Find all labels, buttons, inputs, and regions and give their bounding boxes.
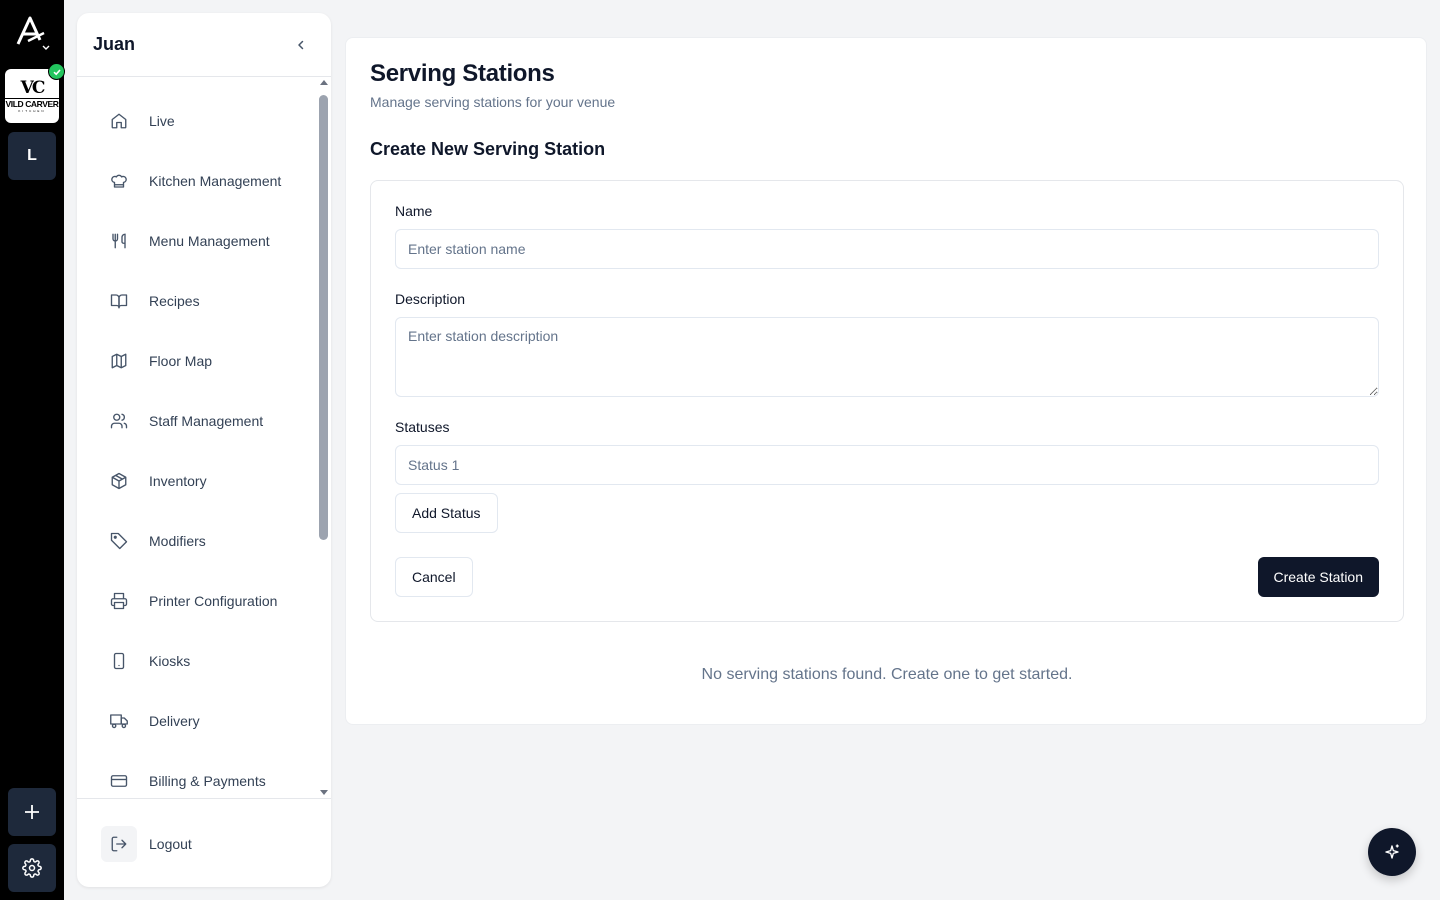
map-icon bbox=[101, 343, 137, 379]
gear-icon bbox=[22, 858, 42, 878]
collapse-sidebar-button[interactable] bbox=[287, 31, 315, 59]
sidebar-item-label: Kitchen Management bbox=[149, 173, 282, 189]
main-card: Serving Stations Manage serving stations… bbox=[345, 37, 1427, 725]
venue-logo-name: VILD CARVER bbox=[5, 97, 59, 109]
utensils-icon bbox=[101, 223, 137, 259]
workspace-avatar[interactable]: L bbox=[8, 132, 56, 180]
cancel-button[interactable]: Cancel bbox=[395, 557, 473, 597]
name-label: Name bbox=[395, 203, 433, 219]
logout-label: Logout bbox=[149, 836, 192, 852]
description-label: Description bbox=[395, 291, 466, 307]
sparkles-icon bbox=[1385, 844, 1399, 859]
scrollbar-thumb[interactable] bbox=[319, 95, 328, 540]
add-workspace-button[interactable] bbox=[8, 788, 56, 836]
logout-icon bbox=[101, 826, 137, 862]
sidebar-item-menu-management[interactable]: Menu Management bbox=[101, 221, 311, 261]
section-title: Create New Serving Station bbox=[370, 139, 606, 159]
create-station-form: Name Description Statuses Add Status Can… bbox=[370, 180, 1404, 622]
sidebar-item-printer-configuration[interactable]: Printer Configuration bbox=[101, 581, 311, 621]
app-rail: VC VILD CARVER KITCHEN L bbox=[0, 0, 65, 900]
sidebar-item-kitchen-management[interactable]: Kitchen Management bbox=[101, 161, 311, 201]
sidebar-item-modifiers[interactable]: Modifiers bbox=[101, 521, 311, 561]
sidebar-item-live[interactable]: Live bbox=[101, 101, 311, 141]
sidebar-item-label: Menu Management bbox=[149, 233, 270, 249]
package-icon bbox=[101, 463, 137, 499]
printer-icon bbox=[101, 583, 137, 619]
sidebar-item-label: Inventory bbox=[149, 473, 207, 489]
scroll-down-icon[interactable] bbox=[320, 790, 328, 795]
empty-state-message: No serving stations found. Create one to… bbox=[701, 666, 1073, 683]
truck-icon bbox=[101, 703, 137, 739]
sidebar-item-kiosks[interactable]: Kiosks bbox=[101, 641, 311, 681]
venue-logo-mark: VC bbox=[20, 77, 46, 98]
status-input[interactable] bbox=[395, 445, 1379, 485]
sidebar-item-label: Modifiers bbox=[149, 533, 206, 549]
create-station-button[interactable]: Create Station bbox=[1257, 557, 1379, 597]
chevron-left-icon bbox=[298, 40, 304, 49]
page-subtitle: Manage serving stations for your venue bbox=[370, 94, 616, 110]
sidebar-footer: Logout bbox=[77, 798, 331, 887]
tag-icon bbox=[101, 523, 137, 559]
book-open-icon bbox=[101, 283, 137, 319]
sidebar: Juan Live Kitchen Management Menu Manage… bbox=[77, 13, 331, 887]
sidebar-header: Juan bbox=[77, 13, 331, 77]
plus-icon bbox=[25, 805, 39, 819]
ai-assistant-button[interactable] bbox=[1368, 828, 1416, 876]
sidebar-item-label: Delivery bbox=[149, 713, 200, 729]
users-icon bbox=[101, 403, 137, 439]
sidebar-item-inventory[interactable]: Inventory bbox=[101, 461, 311, 501]
sidebar-item-delivery[interactable]: Delivery bbox=[101, 701, 311, 741]
scroll-up-icon[interactable] bbox=[320, 80, 328, 85]
sidebar-item-recipes[interactable]: Recipes bbox=[101, 281, 311, 321]
sidebar-item-floor-map[interactable]: Floor Map bbox=[101, 341, 311, 381]
logout-button[interactable]: Logout bbox=[101, 826, 192, 862]
station-description-input[interactable] bbox=[395, 317, 1379, 397]
add-status-button[interactable]: Add Status bbox=[395, 493, 498, 533]
station-name-input[interactable] bbox=[395, 229, 1379, 269]
venue-logo-sub: KITCHEN bbox=[18, 108, 46, 113]
tablet-icon bbox=[101, 643, 137, 679]
sidebar-item-label: Floor Map bbox=[149, 353, 213, 369]
sidebar-item-label: Printer Configuration bbox=[149, 593, 278, 609]
credit-card-icon bbox=[101, 763, 137, 797]
sidebar-item-staff-management[interactable]: Staff Management bbox=[101, 401, 311, 441]
sidebar-title: Juan bbox=[93, 34, 136, 54]
home-icon bbox=[101, 103, 137, 139]
settings-button[interactable] bbox=[8, 844, 56, 892]
check-badge-icon bbox=[48, 63, 65, 80]
sidebar-item-billing-payments[interactable]: Billing & Payments bbox=[101, 761, 311, 797]
chef-hat-icon bbox=[101, 163, 137, 199]
app-logo[interactable] bbox=[12, 12, 52, 52]
sidebar-item-label: Billing & Payments bbox=[149, 773, 266, 789]
venue-switcher[interactable]: VC VILD CARVER KITCHEN bbox=[5, 63, 65, 123]
sidebar-scrollbar[interactable] bbox=[317, 80, 329, 795]
statuses-label: Statuses bbox=[395, 419, 450, 435]
sidebar-item-label: Kiosks bbox=[149, 653, 191, 669]
logo-icon bbox=[16, 16, 50, 50]
sidebar-item-label: Live bbox=[149, 113, 175, 129]
sidebar-item-label: Recipes bbox=[149, 293, 200, 309]
sidebar-nav: Live Kitchen Management Menu Management … bbox=[77, 78, 317, 797]
sidebar-item-label: Staff Management bbox=[149, 413, 264, 429]
page-title: Serving Stations bbox=[370, 60, 555, 87]
